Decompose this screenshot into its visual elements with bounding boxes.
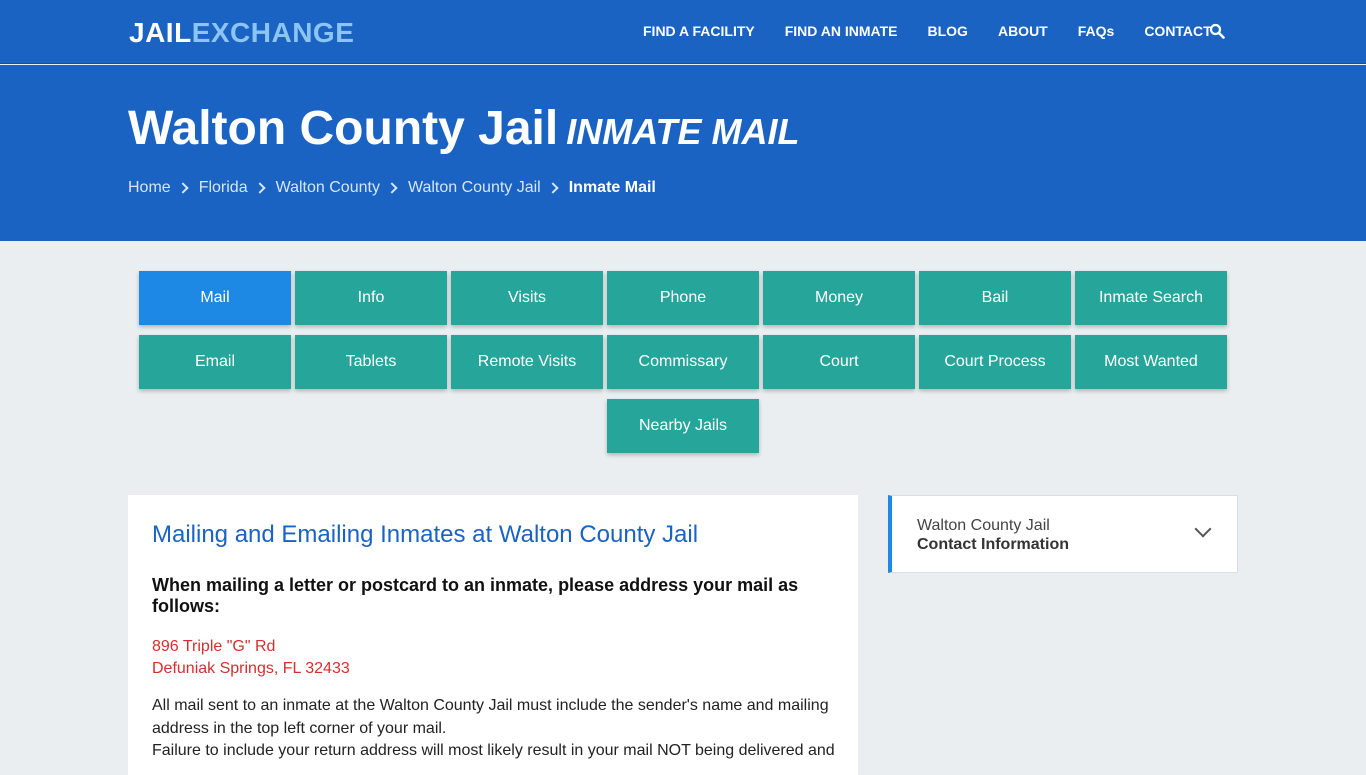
site-logo[interactable]: JAILEXCHANGE [129, 17, 354, 49]
nav-find-inmate[interactable]: FIND AN INMATE [785, 22, 898, 40]
tab-money[interactable]: Money [763, 271, 915, 325]
tab-bail[interactable]: Bail [919, 271, 1071, 325]
tab-visits[interactable]: Visits [451, 271, 603, 325]
logo-part-jail: JAIL [129, 17, 192, 48]
chevron-right-icon [177, 182, 189, 194]
tab-inmate-search[interactable]: Inmate Search [1075, 271, 1227, 325]
mail-info-card: Mailing and Emailing Inmates at Walton C… [128, 495, 858, 775]
page-title: Walton County Jail INMATE MAIL [128, 101, 800, 160]
address-line-2: Defuniak Springs, FL 32433 [152, 660, 350, 677]
main-nav: FIND A FACILITY FIND AN INMATE BLOG ABOU… [643, 22, 1242, 40]
accordion-title-facility: Walton County Jail [917, 517, 1050, 534]
tab-email[interactable]: Email [139, 335, 291, 389]
tab-info[interactable]: Info [295, 271, 447, 325]
breadcrumb-current: Inmate Mail [568, 179, 656, 196]
chevron-down-icon[interactable] [1194, 520, 1212, 538]
nav-blog[interactable]: BLOG [928, 22, 968, 40]
nav-contact[interactable]: CONTACT [1144, 22, 1211, 40]
page-title-main: Walton County Jail [128, 102, 559, 155]
tab-phone[interactable]: Phone [607, 271, 759, 325]
breadcrumb: Home Florida Walton County Walton County… [128, 179, 656, 197]
accordion-title-contact: Contact Information [917, 536, 1069, 553]
tab-nearby-jails[interactable]: Nearby Jails [607, 399, 759, 453]
breadcrumb-home[interactable]: Home [128, 179, 171, 197]
mail-rules-text: All mail sent to an inmate at the Walton… [152, 695, 842, 763]
tab-most-wanted[interactable]: Most Wanted [1075, 335, 1227, 389]
chevron-right-icon [547, 182, 559, 194]
tab-court[interactable]: Court [763, 335, 915, 389]
tab-mail[interactable]: Mail [139, 271, 291, 325]
chevron-right-icon [253, 182, 266, 194]
top-navbar: JAILEXCHANGE FIND A FACILITY FIND AN INM… [0, 0, 1366, 64]
tab-remote-visits[interactable]: Remote Visits [451, 335, 603, 389]
search-icon[interactable] [1209, 23, 1225, 39]
chevron-right-icon [386, 182, 398, 194]
address-line-1: 896 Triple "G" Rd [152, 638, 276, 655]
contact-info-accordion[interactable]: Walton County Jail Contact Information [888, 495, 1238, 573]
breadcrumb-walton-county-jail[interactable]: Walton County Jail [408, 179, 541, 197]
tab-court-process[interactable]: Court Process [919, 335, 1071, 389]
breadcrumb-florida[interactable]: Florida [199, 179, 248, 197]
mailing-address: 896 Triple "G" Rd Defuniak Springs, FL 3… [152, 636, 350, 680]
breadcrumb-walton-county[interactable]: Walton County [276, 179, 380, 197]
mail-rules-paragraph-1: All mail sent to an inmate at the Walton… [152, 697, 829, 737]
nav-find-facility[interactable]: FIND A FACILITY [643, 22, 755, 40]
mailing-instructions-heading: When mailing a letter or postcard to an … [152, 575, 799, 616]
nav-about[interactable]: ABOUT [998, 22, 1048, 40]
mail-rules-paragraph-2: Failure to include your return address w… [152, 742, 835, 759]
tab-commissary[interactable]: Commissary [607, 335, 759, 389]
page-hero: Walton County Jail INMATE MAIL Home Flori… [0, 65, 1366, 241]
section-heading: Mailing and Emailing Inmates at Walton C… [152, 521, 699, 548]
tab-tablets[interactable]: Tablets [295, 335, 447, 389]
nav-faqs[interactable]: FAQs [1078, 22, 1115, 40]
page-title-sub: INMATE MAIL [566, 111, 800, 152]
logo-part-exchange: EXCHANGE [191, 17, 355, 48]
